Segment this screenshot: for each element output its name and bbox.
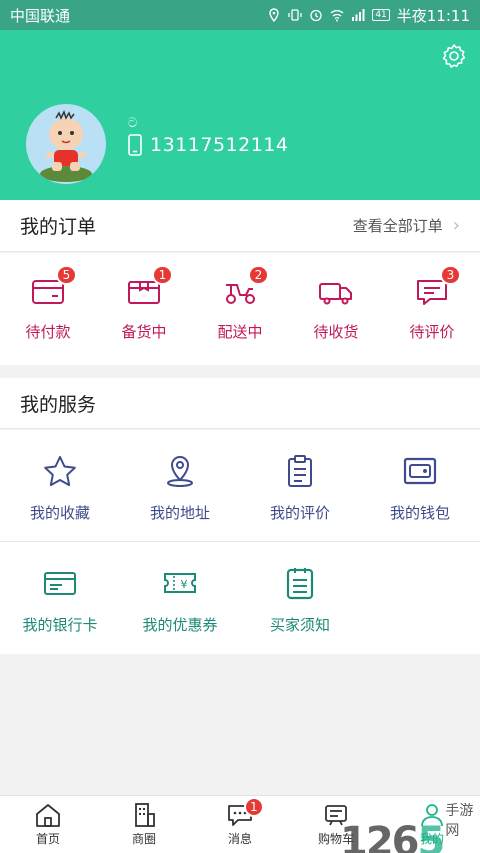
avatar[interactable] [26, 104, 106, 184]
order-delivering-label: 配送中 [217, 323, 263, 341]
order-preparing-label: 备货中 [121, 323, 167, 341]
truck-icon [319, 283, 352, 305]
tab-mine-label: 我的 [419, 832, 444, 846]
service-bank-card-label: 我的银行卡 [22, 616, 98, 634]
badge-to-review: 3 [439, 265, 462, 285]
chevron-right-icon: › [452, 215, 460, 236]
person-icon [421, 804, 443, 827]
star-icon [44, 456, 76, 487]
tab-cart[interactable]: 购物车 [288, 796, 384, 853]
services-grid: 我的收藏 我的地址 我的评价 我的钱包 我的银行卡 ¥ 我的优惠券 买家须知 [0, 430, 480, 654]
cart-icon [325, 805, 347, 826]
badge-preparing: 1 [151, 265, 174, 285]
clipboard-icon [288, 455, 312, 487]
service-reviews-label: 我的评价 [269, 504, 330, 522]
bottom-tab-bar: 首页 商圈 1 消息 购物车 我的 [0, 795, 480, 853]
badge-pending-payment: 5 [55, 265, 78, 285]
phone-number: 13117512114 [150, 134, 289, 156]
service-buyer-notice-label: 买家须知 [269, 616, 330, 634]
badge-messages: 1 [243, 797, 264, 817]
status-icons: 41 半夜11:11 [267, 5, 470, 26]
nickname: ට [128, 116, 138, 131]
view-all-orders-link[interactable]: 查看全部订单 › [353, 215, 460, 236]
location-status-icon [269, 8, 280, 22]
tab-messages[interactable]: 1 消息 [192, 796, 288, 853]
signal-icon [352, 9, 365, 21]
service-reviews[interactable]: 我的评价 [240, 430, 360, 541]
wallet-icon [403, 457, 437, 485]
service-favorites[interactable]: 我的收藏 [0, 430, 120, 541]
order-pending-payment-label: 待付款 [25, 323, 71, 341]
home-icon [36, 804, 60, 827]
tab-mine[interactable]: 我的 [384, 796, 480, 853]
building-icon [135, 803, 155, 827]
vibrate-icon [288, 9, 302, 21]
service-favorites-label: 我的收藏 [29, 504, 90, 522]
battery-level: 41 [375, 10, 387, 20]
battery-icon: 41 [372, 9, 390, 21]
location-icon [167, 455, 193, 487]
order-pending-payment[interactable]: 5 待付款 [0, 253, 96, 365]
services-row-1: 我的收藏 我的地址 我的评价 我的钱包 [0, 430, 480, 542]
profile-header: ට 13117512114 [0, 30, 480, 200]
badge-delivering: 2 [247, 265, 270, 285]
orders-title: 我的订单 [20, 216, 97, 238]
order-preparing[interactable]: 1 备货中 [96, 253, 192, 365]
phone-row: 13117512114 [128, 134, 288, 156]
service-coupons[interactable]: ¥ 我的优惠券 [120, 542, 240, 654]
order-delivering[interactable]: 2 配送中 [192, 253, 288, 365]
service-address[interactable]: 我的地址 [120, 430, 240, 541]
tab-business-district[interactable]: 商圈 [96, 796, 192, 853]
clock: 半夜11:11 [396, 6, 470, 25]
phone-icon [128, 134, 142, 156]
order-to-receive[interactable]: 待收货 [288, 253, 384, 365]
service-buyer-notice[interactable]: 买家须知 [240, 542, 360, 654]
gear-icon[interactable] [440, 42, 468, 70]
order-to-review-label: 待评价 [409, 323, 455, 341]
orders-header: 我的订单 查看全部订单 › [0, 200, 480, 252]
coupon-icon: ¥ [164, 573, 196, 593]
service-wallet-label: 我的钱包 [389, 504, 450, 522]
order-to-receive-label: 待收货 [313, 323, 359, 341]
services-row-2: 我的银行卡 ¥ 我的优惠券 买家须知 [0, 542, 480, 654]
tab-messages-label: 消息 [227, 832, 252, 846]
tab-cart-label: 购物车 [317, 832, 354, 846]
view-all-orders-label: 查看全部订单 [352, 217, 443, 235]
order-status-row: 5 待付款 1 备货中 2 配送中 待收货 3 待评价 [0, 253, 480, 365]
cartoon-boy-illustration [40, 110, 92, 182]
services-header: 我的服务 [0, 378, 480, 429]
tab-business-district-label: 商圈 [131, 832, 156, 846]
status-bar: 中国联通 41 半夜11:11 [0, 0, 480, 30]
wifi-icon [330, 10, 344, 22]
service-address-label: 我的地址 [149, 504, 210, 522]
tab-home-label: 首页 [35, 832, 60, 846]
order-to-review[interactable]: 3 待评价 [384, 253, 480, 365]
svg-text:¥: ¥ [181, 578, 188, 591]
service-coupons-label: 我的优惠券 [142, 616, 218, 634]
services-title: 我的服务 [20, 393, 97, 416]
alarm-icon [310, 9, 322, 22]
carrier-name: 中国联通 [10, 6, 71, 25]
bank-card-icon [44, 572, 76, 595]
service-wallet[interactable]: 我的钱包 [360, 430, 480, 541]
tab-home[interactable]: 首页 [0, 796, 96, 853]
notice-icon [286, 568, 314, 600]
service-bank-card[interactable]: 我的银行卡 [0, 542, 120, 654]
